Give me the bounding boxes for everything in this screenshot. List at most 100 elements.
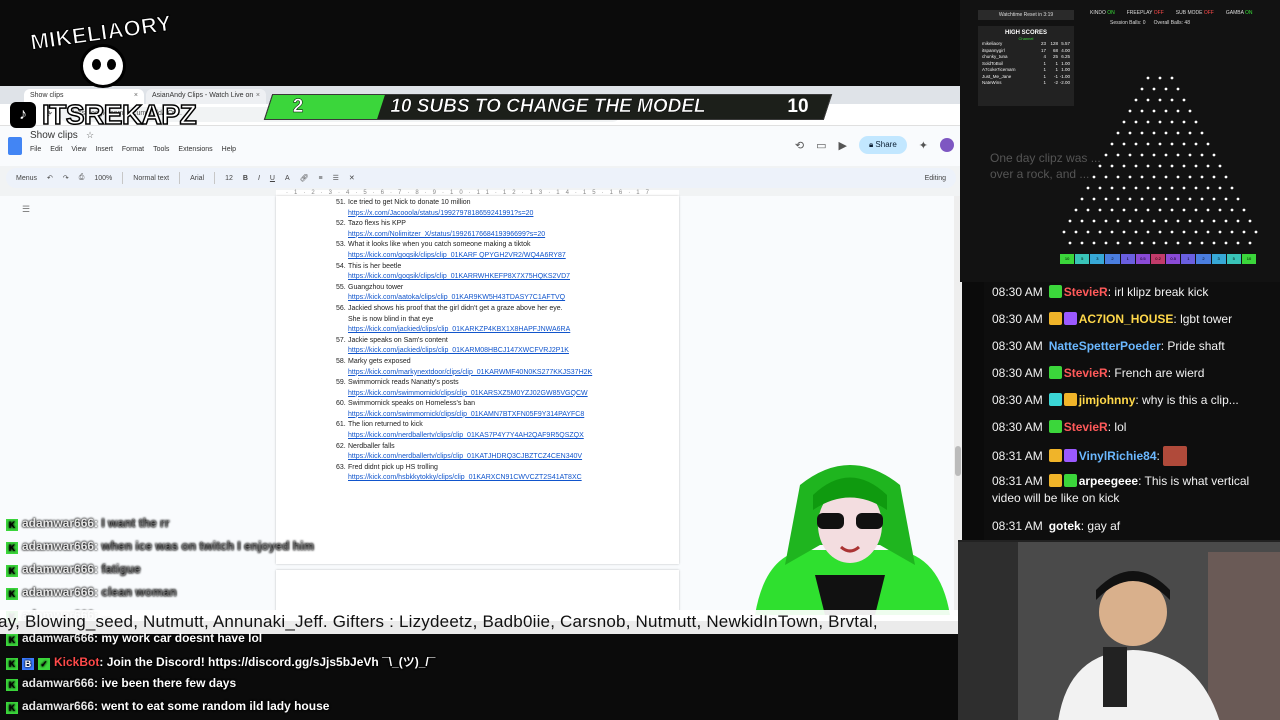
chat-username[interactable]: adamwar666 [22,562,94,576]
clip-link[interactable]: https://kick.com/swimmornick/clips/clip_… [336,389,636,400]
chat-username[interactable]: KickBot [54,655,99,669]
search-menus[interactable]: Menus [16,175,37,182]
print-icon[interactable]: ⎙ [79,174,85,182]
list-item[interactable]: 56. Jackied shows his proof that the girl… [336,304,636,336]
clip-link[interactable]: https://kick.com/aatoka/clips/clip_01KAR… [336,293,636,304]
ball-counts: Session Balls: 0 Overall Balls: 48 [1110,20,1190,26]
chat-username[interactable]: jimjohnny [1079,393,1136,407]
chat-username[interactable]: NatteSpetterPoeder [1049,339,1161,353]
redo-icon[interactable]: ↷ [63,174,69,182]
plinko-peg [1128,197,1132,201]
list-item[interactable]: 61. The lion returned to kick https://kick… [336,420,636,441]
menu-insert[interactable]: Insert [95,146,113,153]
document-title[interactable]: Show clips [30,130,78,141]
chat-username[interactable]: adamwar666 [22,699,94,713]
plinko-peg [1200,219,1204,223]
chat-username[interactable]: adamwar666 [22,585,94,599]
menu-edit[interactable]: Edit [50,146,62,153]
chat-username[interactable]: VinylRichie84 [1079,449,1157,463]
plinko-peg [1206,142,1210,146]
plinko-peg [1158,208,1162,212]
text-color-icon[interactable]: A [285,175,290,182]
meet-icon[interactable]: ▶ [838,139,846,152]
chat-username[interactable]: StevieR [1064,366,1108,380]
docs-header: Show clips ☆ File Edit View Insert Forma… [0,126,962,166]
list-item[interactable]: 60. Swimmornick speaks on Homeless's ban h… [336,399,636,420]
plinko-peg [1170,120,1174,124]
outline-icon[interactable]: ☰ [22,204,30,215]
chat-username[interactable]: gotek [1049,519,1081,533]
list-item[interactable]: 53. What it looks like when you catch som… [336,240,636,261]
list-item[interactable]: 55. Guangzhou tower https://kick.com/aatok… [336,283,636,304]
history-icon[interactable]: ⟲ [795,139,804,152]
undo-icon[interactable]: ↶ [47,174,53,182]
clip-link[interactable]: https://kick.com/hsbkkytokky/clips/clip_… [336,473,636,484]
plinko-peg [1146,208,1150,212]
plinko-peg [1146,76,1150,80]
clip-link[interactable]: https://kick.com/goqsik/clips/clip_01KAR… [336,251,636,262]
list-item[interactable]: 58. Marky gets exposed https://kick.com/ma… [336,357,636,378]
list-item[interactable]: 52. Tazo flexs his KPP https://x.com/Nolim… [336,219,636,240]
chat-username[interactable]: adamwar666 [22,676,94,690]
close-icon[interactable]: × [256,92,260,99]
list-item[interactable]: 59. Swimmornick reads Nanatty's posts http… [336,378,636,399]
list-item[interactable]: 54. This is her beetle https://kick.com/go… [336,262,636,283]
style-select[interactable]: Normal text [133,175,169,182]
divider [179,172,181,184]
clip-link[interactable]: https://kick.com/nerdballertv/clips/clip… [336,431,636,442]
list-item[interactable]: 63. Fred didnt pick up HS trolling https:/… [336,463,636,484]
chat-username[interactable]: arpeegeee [1079,474,1138,488]
menu-file[interactable]: File [30,146,41,153]
clear-format-icon[interactable]: ✕ [349,174,355,182]
align-icon[interactable]: ≡ [319,175,323,182]
menu-format[interactable]: Format [122,146,144,153]
menu-help[interactable]: Help [222,146,236,153]
plinko-peg [1086,208,1090,212]
font-select[interactable]: Arial [190,175,204,182]
clip-link[interactable]: https://x.com/Jacooola/status/1992797818… [336,209,636,220]
clip-link[interactable]: https://kick.com/jackied/clips/clip_01KA… [336,346,636,357]
menu-extensions[interactable]: Extensions [178,146,212,153]
list-item[interactable]: 57. Jackie speaks on Sam's content https:/… [336,336,636,357]
underline-icon[interactable]: U [270,175,275,182]
plinko-peg [1104,197,1108,201]
gemini-icon[interactable]: ✦ [919,139,928,152]
menu-view[interactable]: View [71,146,86,153]
editing-mode-select[interactable]: Editing [925,175,946,182]
plinko-peg [1218,186,1222,190]
star-icon[interactable]: ☆ [86,130,94,141]
zoom-select[interactable]: 100% [94,175,112,182]
menu-tools[interactable]: Tools [153,146,169,153]
clip-link[interactable]: https://kick.com/swimmornick/clips/clip_… [336,410,636,421]
chat-username[interactable]: StevieR [1064,420,1108,434]
clip-link[interactable]: https://x.com/Nolimitzer_X/status/199261… [336,230,636,241]
clip-link[interactable]: https://kick.com/jackied/clips/clip_01KA… [336,325,636,336]
chat-username[interactable]: AC7ION_HOUSE [1079,312,1174,326]
chat-timestamp: 08:30 AM [992,285,1043,299]
clip-link[interactable]: https://kick.com/goqsik/clips/clip_01KAR… [336,272,636,283]
italic-icon[interactable]: I [258,175,260,182]
link-icon[interactable]: 🔗︎ [300,174,309,182]
list-icon[interactable]: ☰ [333,174,339,182]
avatar[interactable] [940,138,954,152]
chat-username[interactable]: adamwar666 [22,516,94,530]
chat-username[interactable]: adamwar666 [22,539,94,553]
plinko-board [1062,76,1258,245]
plinko-peg [1176,153,1180,157]
item-title: The lion returned to kick [348,421,423,429]
clip-link[interactable]: https://kick.com/markynextdoor/clips/cli… [336,368,636,379]
chat-username[interactable]: StevieR [1064,285,1108,299]
list-item[interactable]: 51. Ice tried to get Nick to donate 10 mi… [336,198,636,219]
share-button[interactable]: 🔒︎ Share [858,136,907,154]
scrollbar-thumb[interactable] [955,446,961,476]
clip-link[interactable]: https://kick.com/nerdballertv/clips/clip… [336,452,636,463]
list-item[interactable]: 62. Nerdballer falls https://kick.com/nerd… [336,442,636,463]
document-page[interactable]: 51. Ice tried to get Nick to donate 10 mi… [276,196,679,564]
font-size-input[interactable]: 12 [225,175,233,182]
comments-icon[interactable]: ▭ [816,139,826,152]
plinko-peg [1110,230,1114,234]
bold-icon[interactable]: B [243,175,248,182]
plinko-peg [1218,164,1222,168]
chat-text: Pride shaft [1167,339,1225,353]
docs-logo-icon[interactable] [8,137,22,155]
